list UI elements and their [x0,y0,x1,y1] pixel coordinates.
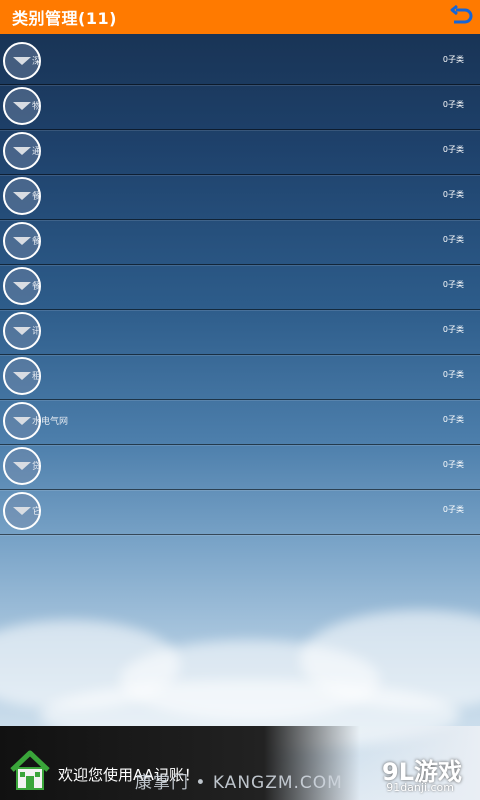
subcategory-count: 0子类 [442,280,464,289]
subcategory-count: 0子类 [442,235,464,244]
undo-arrow-icon[interactable] [448,4,474,30]
category-row[interactable]: 通 0子类 [0,130,480,175]
category-label: 贷 [32,462,42,472]
category-row[interactable]: 物 0子类 [0,85,480,130]
watermark-domain: 91danji.com [386,781,454,794]
subcategory-count: 0子类 [442,190,464,199]
category-list: 深 0子类 物 0子类 通 0子类 餐 0子类 餐 0子类 餐 0子类 讯 0子… [0,40,480,535]
category-row[interactable]: 餐 0子类 [0,265,480,310]
category-row[interactable]: 讯 0子类 [0,310,480,355]
category-label: 餐 [32,192,42,202]
subcategory-count: 0子类 [442,415,464,424]
category-label: 通 [32,147,42,157]
category-label: 深 [32,57,42,67]
category-row[interactable]: 深 0子类 [0,40,480,85]
category-row[interactable]: 租 0子类 [0,355,480,400]
category-row[interactable]: 餐 0子类 [0,175,480,220]
category-label: 物 [32,102,42,112]
category-label: 它 [32,507,42,517]
category-label: 水电气网 [32,417,69,427]
subcategory-count: 0子类 [442,460,464,469]
category-row[interactable]: 餐 0子类 [0,220,480,265]
category-label: 餐 [32,282,42,292]
category-row[interactable]: 贷 0子类 [0,445,480,490]
watermark-text: 康掌门 • KANGZM.COM [135,773,343,793]
category-row[interactable]: 水电气网 0子类 [0,400,480,445]
subcategory-count: 0子类 [442,325,464,334]
category-label: 餐 [32,237,42,247]
subcategory-count: 0子类 [442,505,464,514]
category-label: 租 [32,372,42,382]
subcategory-count: 0子类 [442,145,464,154]
title-bar: 类别管理(11) [0,0,480,34]
subcategory-count: 0子类 [442,370,464,379]
category-label: 讯 [32,327,42,337]
subcategory-count: 0子类 [442,55,464,64]
house-icon [8,748,52,792]
category-row[interactable]: 它 0子类 [0,490,480,535]
subcategory-count: 0子类 [442,100,464,109]
page-title: 类别管理(11) [12,9,117,28]
